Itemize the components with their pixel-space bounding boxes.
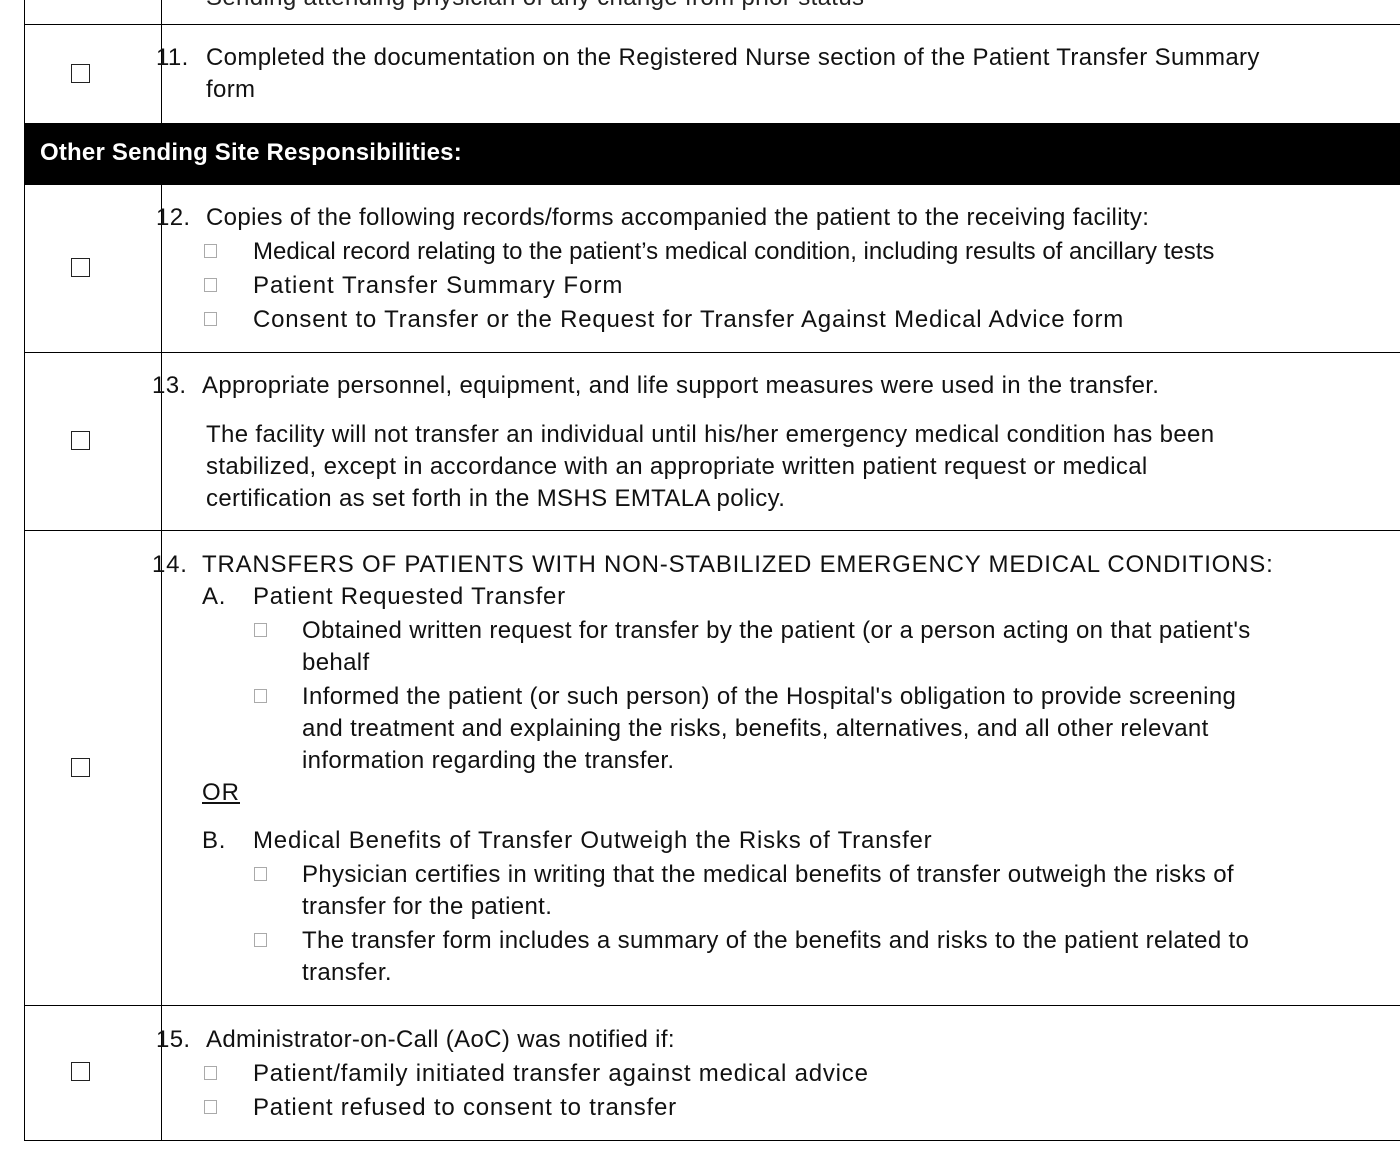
item-14-b-sub-2-line-2: transfer. — [302, 959, 392, 986]
item-15-checkbox[interactable] — [71, 1062, 90, 1081]
row-divider — [24, 530, 1400, 531]
item-12-text: Copies of the following records/forms ac… — [206, 204, 1150, 231]
partial-text-top: Sending attending physician of any chang… — [206, 0, 864, 14]
item-14-a-sub-2-line-3: information regarding the transfer. — [302, 747, 675, 774]
item-15-sub-2: Patient refused to consent to transfer — [253, 1094, 677, 1121]
item-14-a-sub-1-line-2: behalf — [302, 649, 370, 676]
item-15-sub-checkbox-1[interactable] — [204, 1066, 217, 1080]
item-14-a-label: A. — [202, 583, 227, 610]
item-15-sub-1: Patient/family initiated transfer agains… — [253, 1060, 869, 1087]
item-14-a-sub-1-line-1: Obtained written request for transfer by… — [302, 617, 1251, 644]
item-14-number: 14. — [152, 551, 188, 578]
item-11-number: 11. — [156, 44, 189, 71]
item-12-sub-checkbox-1[interactable] — [204, 244, 217, 258]
item-13-para-line-1: The facility will not transfer an indivi… — [206, 421, 1215, 448]
item-14-b-title: Medical Benefits of Transfer Outweigh th… — [253, 827, 933, 854]
item-14-a-title: Patient Requested Transfer — [253, 583, 566, 610]
item-13-para-line-2: stabilized, except in accordance with an… — [206, 453, 1148, 480]
item-12-sub-1: Medical record relating to the patient’s… — [253, 238, 1215, 265]
item-11-text: Completed the documentation on the Regis… — [206, 44, 1260, 71]
item-14-a-sub-checkbox-2[interactable] — [254, 689, 267, 703]
row-divider — [24, 24, 1400, 25]
row-divider — [24, 1005, 1400, 1006]
item-14-text: TRANSFERS OF PATIENTS WITH NON-STABILIZE… — [202, 551, 1274, 578]
item-14-a-sub-2-line-2: and treatment and explaining the risks, … — [302, 715, 1209, 742]
item-12-checkbox[interactable] — [71, 258, 90, 277]
item-11-text-cont: form — [206, 76, 256, 103]
column-divider — [161, 185, 162, 1141]
item-12-sub-2: Patient Transfer Summary Form — [253, 272, 624, 299]
item-12-number: 12. — [156, 204, 191, 231]
section-header: Other Sending Site Responsibilities: — [40, 139, 462, 166]
item-12-sub-checkbox-2[interactable] — [204, 278, 217, 292]
item-14-b-sub-checkbox-1[interactable] — [254, 867, 267, 881]
item-13-number: 13. — [152, 372, 187, 399]
item-12-sub-checkbox-3[interactable] — [204, 312, 217, 326]
item-14-a-sub-2-line-1: Informed the patient (or such person) of… — [302, 683, 1237, 710]
item-14-b-label: B. — [202, 827, 227, 854]
checklist-table: Sending attending physician of any chang… — [24, 0, 1400, 1141]
item-15-text: Administrator-on-Call (AoC) was notified… — [206, 1026, 675, 1053]
item-14-b-sub-checkbox-2[interactable] — [254, 933, 267, 947]
item-15-sub-checkbox-2[interactable] — [204, 1100, 217, 1114]
item-13-checkbox[interactable] — [71, 431, 90, 450]
row-divider — [24, 352, 1400, 353]
item-14-a-sub-checkbox-1[interactable] — [254, 623, 267, 637]
item-13-para-line-3: certification as set forth in the MSHS E… — [206, 485, 786, 512]
item-14-checkbox[interactable] — [71, 758, 90, 777]
table-bottom-border — [24, 1140, 1400, 1141]
item-14-b-sub-1-line-2: transfer for the patient. — [302, 893, 553, 920]
item-15-number: 15. — [156, 1026, 191, 1053]
item-12-sub-3: Consent to Transfer or the Request for T… — [253, 306, 1125, 333]
item-13-text: Appropriate personnel, equipment, and li… — [202, 372, 1160, 399]
item-14-or: OR — [202, 779, 240, 806]
section-header-band: Other Sending Site Responsibilities: — [24, 123, 1400, 185]
item-11-checkbox[interactable] — [71, 64, 90, 83]
item-14-b-sub-2-line-1: The transfer form includes a summary of … — [302, 927, 1250, 954]
item-14-b-sub-1-line-1: Physician certifies in writing that the … — [302, 861, 1234, 888]
